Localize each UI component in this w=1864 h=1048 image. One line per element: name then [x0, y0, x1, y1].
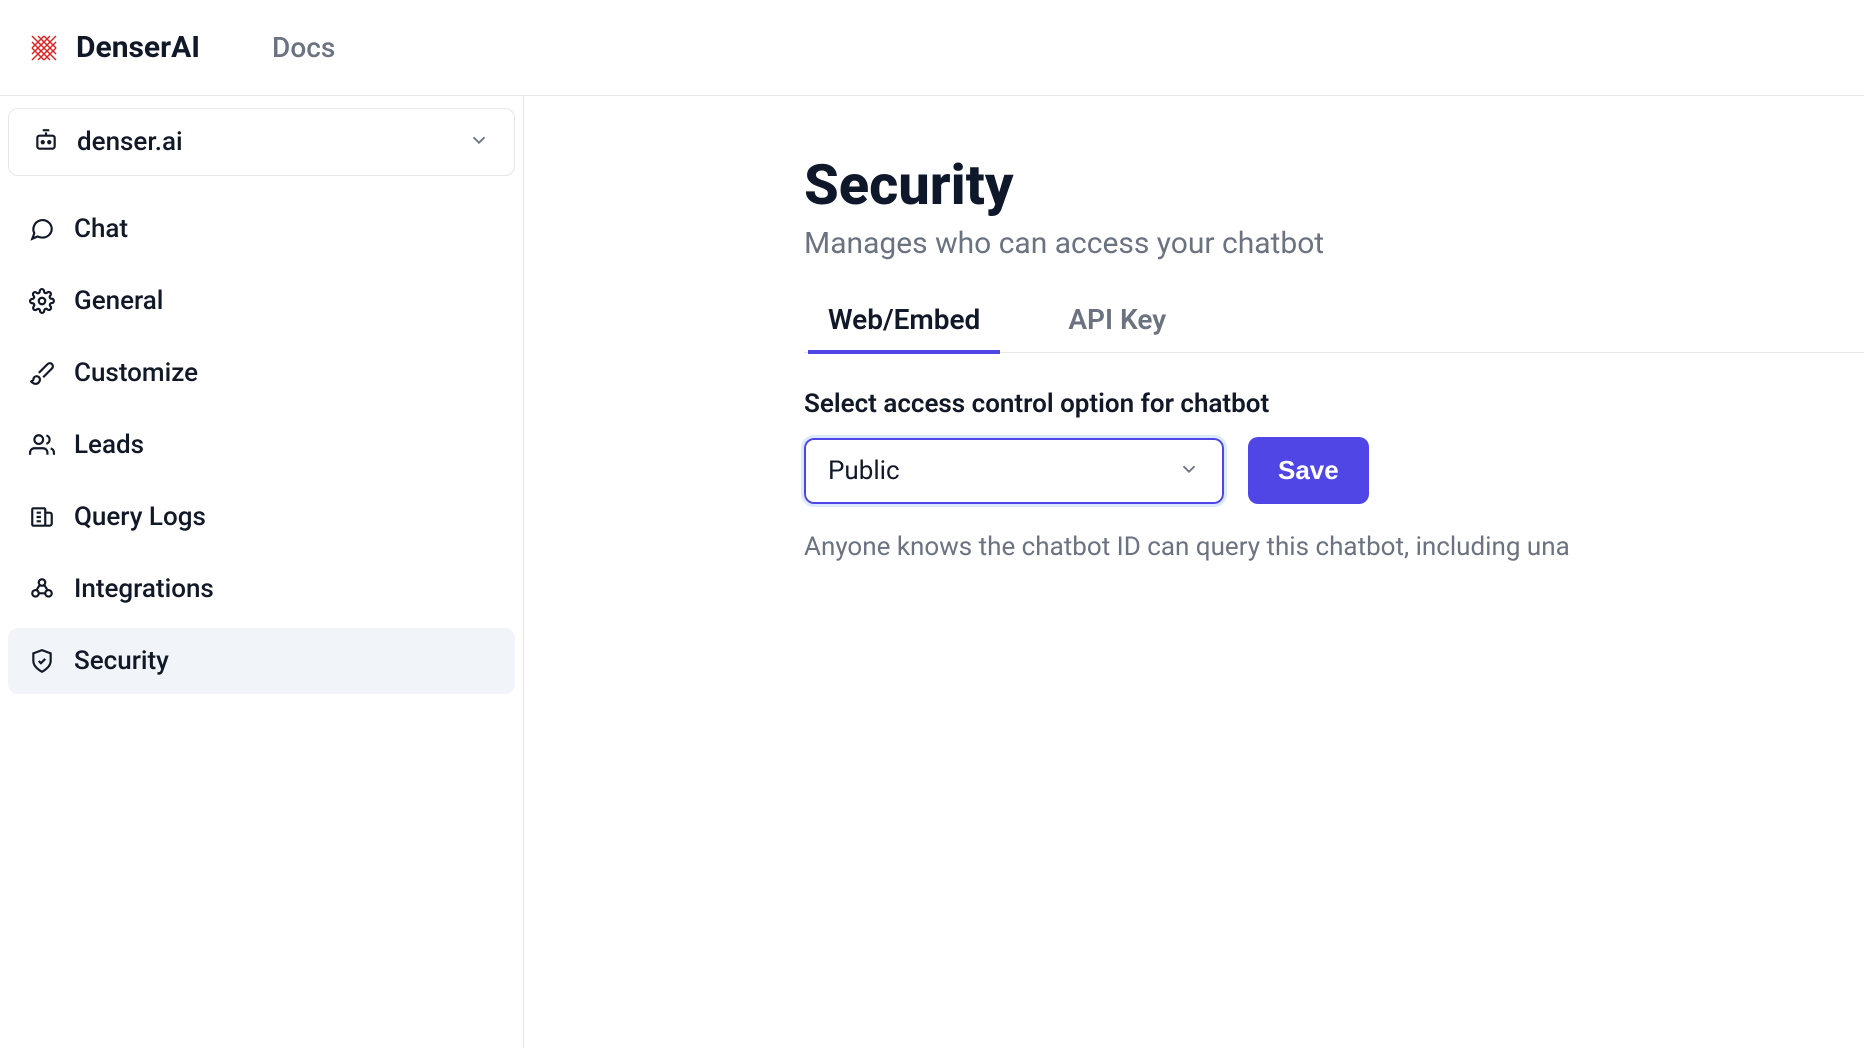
- sidebar-item-general[interactable]: General: [8, 268, 515, 334]
- sidebar-item-label: Customize: [74, 358, 198, 388]
- page-subtitle: Manages who can access your chatbot: [804, 226, 1864, 261]
- project-selector[interactable]: denser.ai: [8, 108, 515, 176]
- tab-api-key[interactable]: API Key: [1048, 289, 1186, 354]
- page-title: Security: [804, 152, 1864, 218]
- sidebar-item-label: General: [74, 286, 163, 316]
- sidebar-item-query-logs[interactable]: Query Logs: [8, 484, 515, 550]
- brand-logo[interactable]: DenserAI: [24, 28, 200, 68]
- bot-icon: [33, 127, 59, 157]
- sidebar-item-label: Security: [74, 646, 169, 676]
- sidebar-item-chat[interactable]: Chat: [8, 196, 515, 262]
- shield-icon: [28, 647, 56, 675]
- brand-name: DenserAI: [76, 30, 200, 65]
- main-content: Security Manages who can access your cha…: [524, 96, 1864, 1048]
- brush-icon: [28, 359, 56, 387]
- nav-list: Chat General Customize Leads: [8, 196, 515, 694]
- chevron-down-icon: [468, 129, 490, 155]
- logs-icon: [28, 503, 56, 531]
- sidebar-item-label: Leads: [74, 430, 144, 460]
- access-hint: Anyone knows the chatbot ID can query th…: [804, 532, 1864, 562]
- users-icon: [28, 431, 56, 459]
- sidebar: denser.ai Chat General: [0, 96, 524, 1048]
- save-button[interactable]: Save: [1248, 437, 1369, 504]
- sidebar-item-label: Chat: [74, 214, 128, 244]
- chevron-down-icon: [1178, 458, 1200, 484]
- sidebar-item-security[interactable]: Security: [8, 628, 515, 694]
- gear-icon: [28, 287, 56, 315]
- project-name: denser.ai: [77, 127, 450, 157]
- tab-web-embed[interactable]: Web/Embed: [808, 289, 1000, 354]
- sidebar-item-integrations[interactable]: Integrations: [8, 556, 515, 622]
- sidebar-item-leads[interactable]: Leads: [8, 412, 515, 478]
- chat-icon: [28, 215, 56, 243]
- sidebar-item-customize[interactable]: Customize: [8, 340, 515, 406]
- access-control-row: Public Save: [804, 437, 1864, 504]
- access-control-select[interactable]: Public: [804, 438, 1224, 504]
- sidebar-item-label: Query Logs: [74, 502, 206, 532]
- select-value: Public: [828, 456, 900, 486]
- header: DenserAI Docs: [0, 0, 1864, 96]
- tabs: Web/Embed API Key: [804, 289, 1864, 353]
- docs-link[interactable]: Docs: [272, 31, 335, 64]
- sidebar-item-label: Integrations: [74, 574, 214, 604]
- access-control-label: Select access control option for chatbot: [804, 389, 1864, 419]
- logo-icon: [24, 28, 64, 68]
- integrations-icon: [28, 575, 56, 603]
